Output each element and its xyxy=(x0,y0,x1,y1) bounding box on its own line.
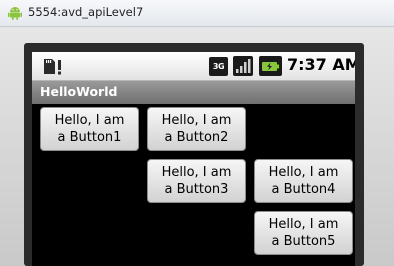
button-3-label: Hello, I am a Button3 xyxy=(161,165,232,197)
button-1[interactable]: Hello, I am a Button1 xyxy=(40,107,139,151)
window-title: 5554:avd_apiLevel7 xyxy=(28,5,144,19)
sd-card-notification-icon xyxy=(44,59,61,75)
button-2-label: Hello, I am a Button2 xyxy=(161,113,232,145)
signal-strength-icon xyxy=(233,56,253,76)
battery-charging-icon xyxy=(259,56,282,76)
app-title-bar: HelloWorld xyxy=(32,80,355,104)
app-title: HelloWorld xyxy=(40,84,118,99)
clock: 7:37 AM xyxy=(287,55,355,74)
network-type-icon: 3G xyxy=(209,57,228,76)
button-4[interactable]: Hello, I am a Button4 xyxy=(254,159,353,203)
status-bar[interactable]: 3G 7:37 AM xyxy=(32,52,355,80)
button-4-label: Hello, I am a Button4 xyxy=(268,165,339,197)
button-3[interactable]: Hello, I am a Button3 xyxy=(147,159,246,203)
android-icon xyxy=(8,7,22,20)
button-2[interactable]: Hello, I am a Button2 xyxy=(147,107,246,151)
button-5[interactable]: Hello, I am a Button5 xyxy=(254,211,353,255)
button-1-label: Hello, I am a Button1 xyxy=(54,113,125,145)
button-5-label: Hello, I am a Button5 xyxy=(268,217,339,249)
device-screen[interactable]: 3G 7:37 AM HelloWorld Hello, I am a Butto… xyxy=(32,52,355,266)
emulator-window-titlebar[interactable]: 5554:avd_apiLevel7 xyxy=(0,0,394,27)
